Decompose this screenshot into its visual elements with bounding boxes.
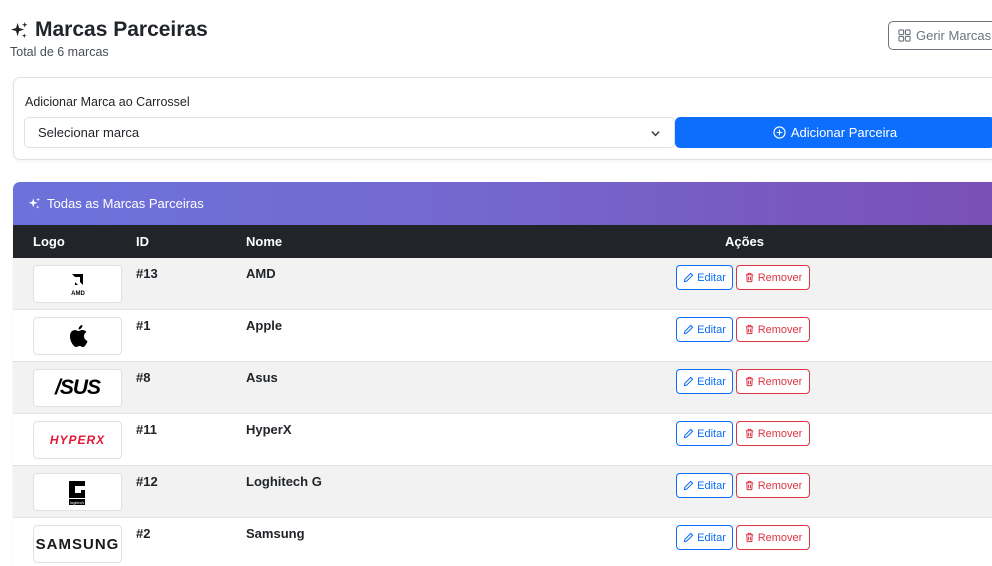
brand-id: #12 (136, 474, 158, 489)
amd-logo-text: AMD (71, 291, 85, 297)
edit-label: Editar (697, 323, 726, 336)
page-title-text: Marcas Parceiras (35, 18, 208, 41)
brand-name: Loghitech G (246, 474, 322, 489)
remove-button[interactable]: Remover (736, 525, 810, 550)
remove-label: Remover (757, 427, 803, 440)
page-title: Marcas Parceiras (10, 18, 208, 42)
remove-label: Remover (757, 531, 803, 544)
edit-button[interactable]: Editar (676, 421, 733, 446)
add-partner-button[interactable]: Adicionar Parceira (675, 117, 992, 148)
remove-button[interactable]: Remover (736, 421, 810, 446)
remove-label: Remover (757, 479, 803, 492)
brand-id: #2 (136, 526, 151, 541)
manage-brands-label: Gerir Marcas (916, 28, 992, 43)
remove-button[interactable]: Remover (736, 369, 810, 394)
samsung-logo-text: SAMSUNG (35, 535, 120, 553)
pencil-icon (683, 324, 694, 335)
grid-icon (898, 29, 911, 42)
edit-button[interactable]: Editar (676, 317, 733, 342)
add-brand-label: Adicionar Marca ao Carrossel (25, 95, 190, 109)
page-header: Marcas Parceiras Total de 6 marcas (10, 18, 208, 59)
remove-button[interactable]: Remover (736, 317, 810, 342)
brand-name: Asus (246, 370, 278, 385)
asus-logo: /SUS (33, 369, 122, 407)
pencil-icon (683, 272, 694, 283)
brand-name: AMD (246, 266, 276, 281)
remove-button[interactable]: Remover (736, 473, 810, 498)
table-row: AMD #13 AMD Editar Remover (13, 258, 992, 310)
table-row: /SUS #8 Asus Editar Remover (13, 362, 992, 414)
brand-name: HyperX (246, 422, 292, 437)
partners-list-card: Todas as Marcas Parceiras Logo ID Nome A… (13, 182, 992, 566)
add-brand-card: Adicionar Marca ao Carrossel Selecionar … (13, 77, 992, 160)
pencil-icon (683, 480, 694, 491)
column-header-name: Nome (246, 234, 283, 249)
partners-list-header: Todas as Marcas Parceiras (13, 182, 992, 225)
logitech-g-mark: logitech (68, 481, 85, 505)
trash-icon (745, 376, 753, 387)
pencil-icon (683, 532, 694, 543)
brand-count: Total de 6 marcas (10, 45, 109, 59)
edit-button[interactable]: Editar (676, 473, 733, 498)
table-row: logitech #12 Loghitech G Editar Remover (13, 466, 992, 518)
edit-button[interactable]: Editar (676, 265, 733, 290)
sparkles-icon (10, 21, 28, 38)
amd-logo: AMD (33, 265, 122, 303)
chevron-down-icon (651, 131, 660, 137)
trash-icon (745, 532, 753, 543)
trash-icon (745, 324, 753, 335)
trash-icon (745, 272, 753, 283)
column-header-actions: Ações (725, 234, 765, 249)
partners-list-title: Todas as Marcas Parceiras (47, 196, 204, 211)
edit-label: Editar (697, 375, 726, 388)
remove-label: Remover (757, 375, 803, 388)
manage-brands-button[interactable]: Gerir Marcas (888, 21, 992, 50)
brand-id: #13 (136, 266, 158, 281)
hyperx-logo-text: HYPERX (49, 433, 106, 447)
brand-id: #1 (136, 318, 151, 333)
remove-label: Remover (757, 271, 803, 284)
edit-label: Editar (697, 427, 726, 440)
plus-circle-icon (773, 126, 786, 139)
add-partner-label: Adicionar Parceira (790, 125, 898, 140)
column-header-id: ID (136, 234, 149, 249)
brand-select-value: Selecionar marca (38, 125, 140, 140)
table-row: SAMSUNG #2 Samsung Editar Remover (13, 518, 992, 566)
asus-logo-text: /SUS (54, 376, 101, 399)
sparkles-icon (28, 197, 41, 209)
trash-icon (745, 480, 753, 491)
remove-button[interactable]: Remover (736, 265, 810, 290)
brand-name: Samsung (246, 526, 305, 541)
hyperx-logo: HYPERX (33, 421, 122, 459)
table-row: #1 Apple Editar Remover (13, 310, 992, 362)
brand-name: Apple (246, 318, 283, 333)
amd-logo-mark: AMD (71, 274, 85, 297)
table-row: HYPERX #11 HyperX Editar Remover (13, 414, 992, 466)
apple-logo-mark (69, 325, 87, 347)
apple-logo (33, 317, 122, 355)
brand-id: #11 (136, 422, 157, 437)
trash-icon (745, 428, 753, 439)
logitech-g-logo: logitech (33, 473, 122, 511)
pencil-icon (683, 428, 694, 439)
table-header: Logo ID Nome Ações (13, 225, 992, 258)
pencil-icon (683, 376, 694, 387)
brand-id: #8 (136, 370, 151, 385)
edit-label: Editar (697, 479, 726, 492)
samsung-logo: SAMSUNG (33, 525, 122, 563)
edit-button[interactable]: Editar (676, 369, 733, 394)
edit-button[interactable]: Editar (676, 525, 733, 550)
column-header-logo: Logo (33, 234, 65, 249)
edit-label: Editar (697, 531, 726, 544)
edit-label: Editar (697, 271, 726, 284)
remove-label: Remover (757, 323, 803, 336)
brand-select[interactable]: Selecionar marca (24, 117, 675, 148)
logitech-logo-text: logitech (70, 500, 84, 505)
